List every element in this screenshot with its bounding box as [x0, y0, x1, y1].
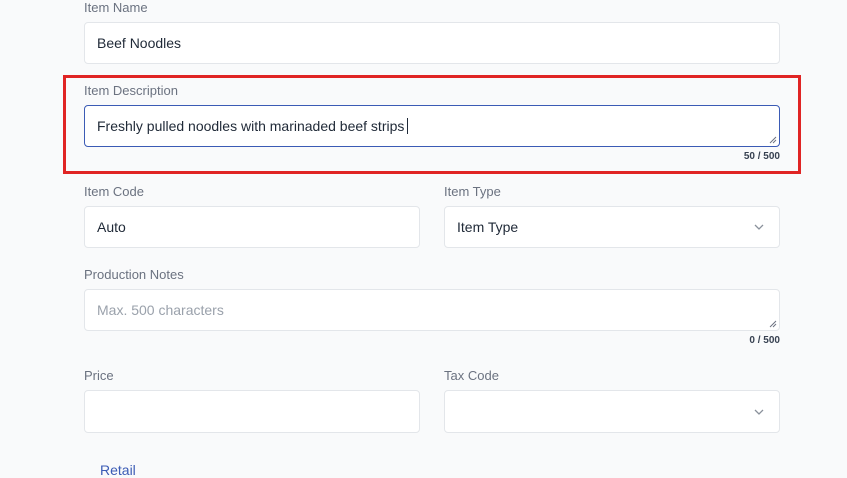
item-code-input[interactable]: Auto	[84, 206, 420, 248]
item-type-label: Item Type	[444, 184, 501, 199]
item-name-label: Item Name	[84, 0, 148, 15]
chevron-down-icon	[754, 409, 764, 415]
item-name-input[interactable]: Beef Noodles	[84, 22, 780, 64]
production-notes-placeholder: Max. 500 characters	[97, 302, 224, 318]
production-notes-counter: 0 / 500	[749, 335, 780, 346]
highlight-box	[63, 75, 801, 174]
item-type-select[interactable]: Item Type	[444, 206, 780, 248]
chevron-down-icon	[754, 224, 764, 230]
retail-link[interactable]: Retail	[100, 462, 136, 478]
item-code-label: Item Code	[84, 184, 144, 199]
item-name-value: Beef Noodles	[97, 35, 182, 51]
tax-code-label: Tax Code	[444, 368, 499, 383]
resize-handle-icon[interactable]	[769, 320, 777, 328]
item-code-value: Auto	[97, 219, 126, 235]
price-label: Price	[84, 368, 114, 383]
production-notes-textarea[interactable]: Max. 500 characters	[84, 289, 780, 331]
tax-code-select[interactable]	[444, 390, 780, 433]
price-input[interactable]	[84, 390, 420, 433]
production-notes-label: Production Notes	[84, 267, 184, 282]
item-type-value: Item Type	[457, 219, 519, 235]
